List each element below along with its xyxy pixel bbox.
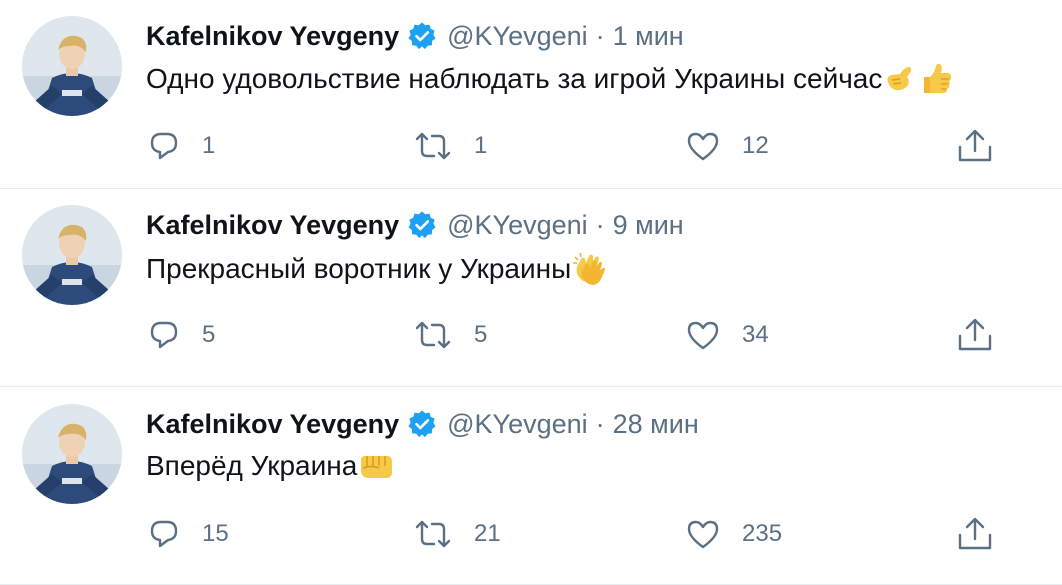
share-icon[interactable] — [956, 129, 994, 163]
tweet[interactable]: Kafelnikov Yevgeny @KYevgeni · 1 мин Одн… — [0, 0, 1062, 188]
avatar[interactable] — [22, 205, 122, 305]
author-name[interactable]: Kafelnikov Yevgeny — [146, 21, 399, 52]
avatar[interactable] — [22, 16, 122, 116]
separator-dot: · — [595, 209, 605, 240]
share-button[interactable] — [956, 317, 994, 353]
author-name[interactable]: Kafelnikov Yevgeny — [146, 409, 399, 440]
reply-icon[interactable] — [148, 130, 180, 162]
like-count: 235 — [742, 520, 783, 547]
author-handle[interactable]: @KYevgeni — [447, 21, 588, 52]
author-handle[interactable]: @KYevgeni — [447, 210, 588, 241]
tweet-feed: Kafelnikov Yevgeny @KYevgeni · 1 мин Одн… — [0, 0, 1062, 585]
tweet-text-content: Вперёд Украина — [146, 450, 358, 481]
verified-badge-icon — [407, 21, 437, 51]
reply-button[interactable]: 15 — [148, 516, 229, 552]
reply-button[interactable]: 1 — [148, 128, 215, 164]
avatar[interactable] — [22, 404, 122, 504]
timestamp[interactable]: 9 мин — [613, 210, 684, 241]
tweet-header: Kafelnikov Yevgeny @KYevgeni · 9 мин — [146, 205, 684, 245]
author-handle[interactable]: @KYevgeni — [447, 409, 588, 440]
share-button[interactable] — [956, 516, 994, 552]
timestamp[interactable]: 1 мин — [613, 21, 684, 52]
tweet-text: Одно удовольствие наблюдать за игрой Укр… — [146, 62, 954, 96]
tweet-text: Вперёд Украина — [146, 450, 395, 482]
retweet-button[interactable]: 5 — [414, 317, 487, 353]
retweet-icon[interactable] — [414, 320, 452, 350]
heart-icon[interactable] — [686, 319, 720, 351]
call-me-hand-emoji — [882, 62, 916, 96]
tweet[interactable]: Kafelnikov Yevgeny @KYevgeni · 28 мин Вп… — [0, 388, 1062, 576]
thumbs-up-emoji — [916, 62, 954, 96]
heart-icon[interactable] — [686, 518, 720, 550]
like-count: 34 — [742, 321, 769, 348]
retweet-icon[interactable] — [414, 131, 452, 161]
like-button[interactable]: 235 — [686, 516, 782, 552]
like-button[interactable]: 34 — [686, 317, 769, 353]
tweet-text: Прекрасный воротник у Украины — [146, 251, 611, 287]
share-button[interactable] — [956, 128, 994, 164]
verified-badge-icon — [407, 409, 437, 439]
clapping-hands-emoji — [571, 251, 611, 287]
retweet-count: 21 — [474, 520, 501, 547]
author-name[interactable]: Kafelnikov Yevgeny — [146, 210, 399, 241]
share-icon[interactable] — [956, 318, 994, 352]
tweet-header: Kafelnikov Yevgeny @KYevgeni · 1 мин — [146, 16, 684, 56]
timestamp[interactable]: 28 мин — [613, 409, 699, 440]
share-icon[interactable] — [956, 517, 994, 551]
divider — [0, 386, 1062, 387]
retweet-count: 1 — [474, 132, 488, 159]
reply-count: 15 — [202, 520, 229, 547]
tweet-header: Kafelnikov Yevgeny @KYevgeni · 28 мин — [146, 404, 699, 444]
separator-dot: · — [595, 408, 605, 439]
tweet-actions: 5 5 34 — [0, 317, 1062, 353]
like-count: 12 — [742, 132, 769, 159]
reply-count: 5 — [202, 321, 216, 348]
tweet[interactable]: Kafelnikov Yevgeny @KYevgeni · 9 мин Пре… — [0, 189, 1062, 377]
retweet-button[interactable]: 21 — [414, 516, 501, 552]
oncoming-fist-emoji — [357, 450, 395, 482]
heart-icon[interactable] — [686, 130, 720, 162]
reply-icon[interactable] — [148, 518, 180, 550]
tweet-actions: 1 1 12 — [0, 128, 1062, 164]
retweet-button[interactable]: 1 — [414, 128, 487, 164]
reply-icon[interactable] — [148, 319, 180, 351]
like-button[interactable]: 12 — [686, 128, 769, 164]
reply-button[interactable]: 5 — [148, 317, 215, 353]
reply-count: 1 — [202, 132, 216, 159]
tweet-text-content: Одно удовольствие наблюдать за игрой Укр… — [146, 63, 883, 94]
verified-badge-icon — [407, 210, 437, 240]
separator-dot: · — [595, 20, 605, 51]
tweet-actions: 15 21 235 — [0, 516, 1062, 552]
retweet-icon[interactable] — [414, 519, 452, 549]
retweet-count: 5 — [474, 321, 488, 348]
tweet-text-content: Прекрасный воротник у Украины — [146, 253, 572, 284]
